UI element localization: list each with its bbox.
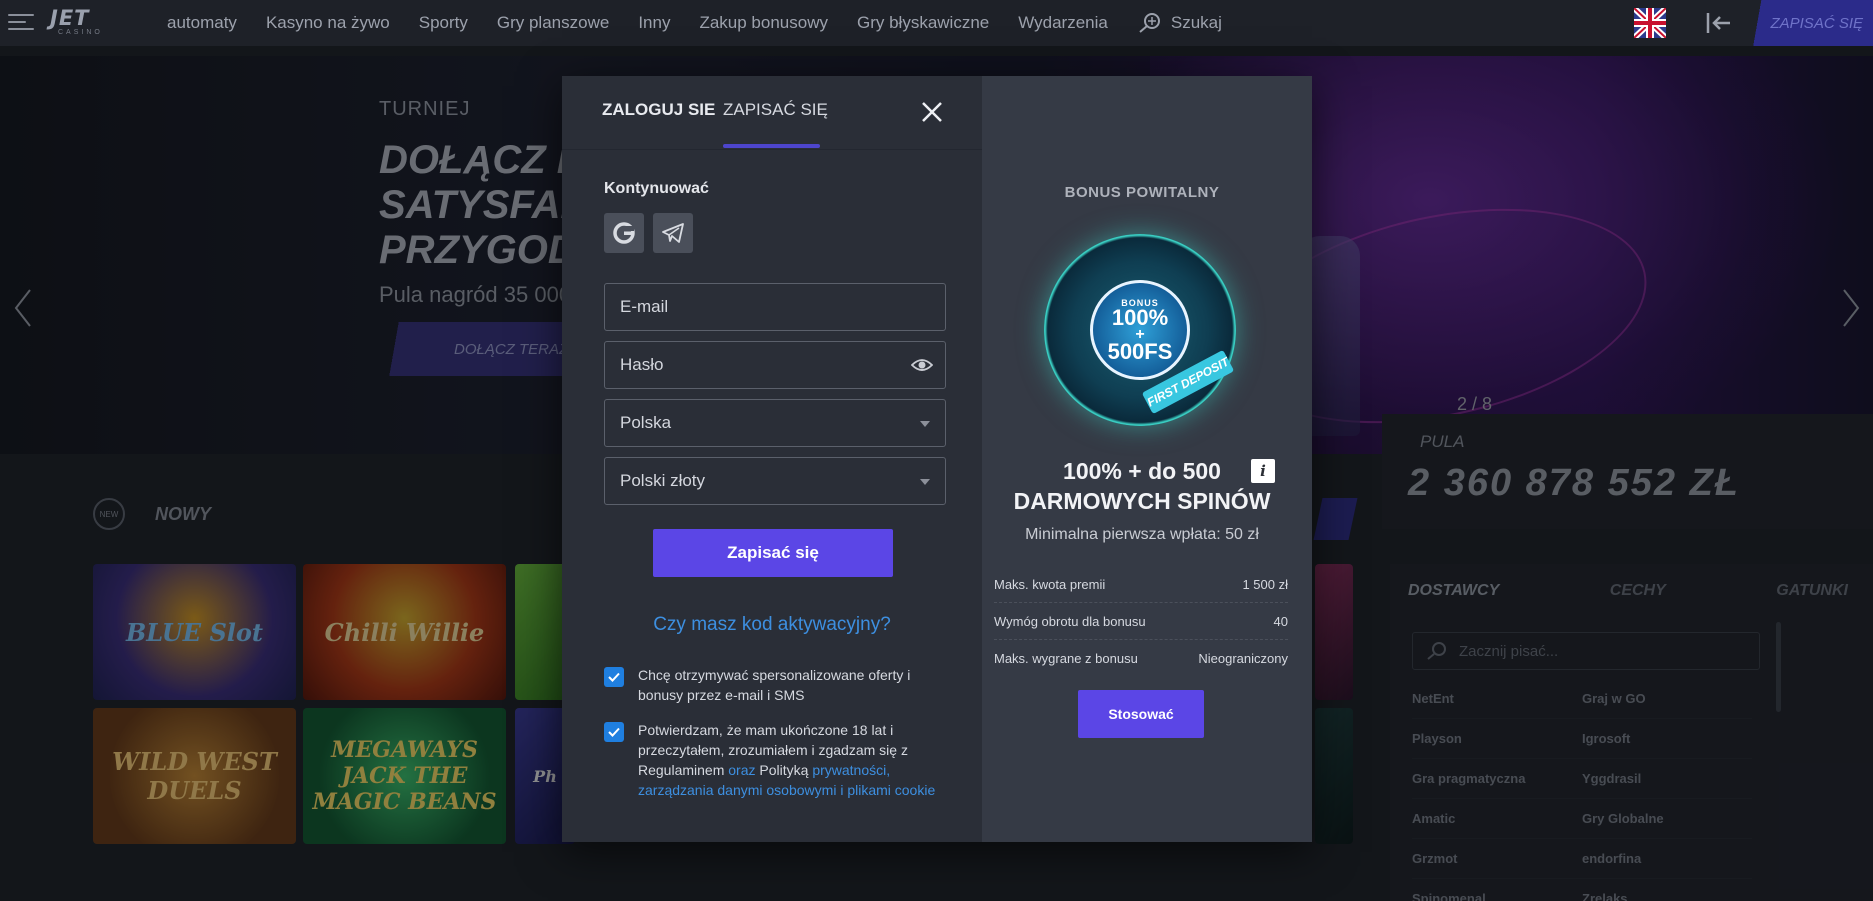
search-icon	[1139, 13, 1160, 33]
table-row: Maks. kwota premii 1 500 zł	[994, 566, 1288, 603]
nav-item-board-games[interactable]: Gry planszowe	[497, 13, 609, 33]
tab-register[interactable]: ZAPISAĆ SIĘ	[723, 100, 828, 120]
nav-item-instant-games[interactable]: Gry błyskawiczne	[857, 13, 989, 33]
table-row: Maks. wygrane z bonusu Nieograniczony	[994, 640, 1288, 677]
nav-item-live-casino[interactable]: Kasyno na żywo	[266, 13, 390, 33]
bonus-row-value: 1 500 zł	[1242, 576, 1288, 592]
google-login-button[interactable]	[604, 213, 644, 253]
marketing-consent-label: Chcę otrzymywać spersonalizowane oferty …	[638, 667, 911, 703]
active-tab-indicator	[723, 144, 820, 148]
telegram-icon	[662, 223, 684, 243]
bonus-row-value: Nieograniczony	[1198, 651, 1288, 666]
nav-search[interactable]: Szukaj	[1137, 12, 1222, 34]
nav-item-bonus-buy[interactable]: Zakup bonusowy	[699, 13, 828, 33]
nav-item-events[interactable]: Wydarzenia	[1018, 13, 1108, 33]
google-icon	[613, 222, 635, 244]
checkmark-icon	[608, 672, 620, 682]
activation-code-link[interactable]: Czy masz kod aktywacyjny?	[562, 614, 982, 636]
nav-item-sports[interactable]: Sporty	[419, 13, 468, 33]
register-modal: ZALOGUJ SIE ZAPISAĆ SIĘ Kontynuować Pols…	[562, 76, 1312, 842]
nav-item-other[interactable]: Inny	[638, 13, 670, 33]
info-icon[interactable]: i	[1251, 459, 1275, 483]
nav-item-automaty[interactable]: automaty	[167, 13, 237, 33]
continue-with-label: Kontynuować	[604, 180, 709, 197]
apply-bonus-button[interactable]: Stosować	[1078, 690, 1204, 738]
table-row: Wymóg obrotu dla bonusu 40	[994, 603, 1288, 640]
register-form: ZALOGUJ SIE ZAPISAĆ SIĘ Kontynuować Pols…	[562, 76, 982, 842]
bonus-wheel-center: BONUS 100% + 500FS	[1090, 280, 1190, 380]
bonus-row-label: Maks. kwota premii	[994, 576, 1106, 592]
chevron-down-icon	[920, 479, 930, 485]
wheel-free-spins: 500FS	[1107, 339, 1173, 364]
terms-consent-checkbox[interactable]	[604, 722, 624, 742]
close-icon[interactable]	[920, 100, 944, 124]
menu-icon[interactable]	[8, 14, 34, 32]
chevron-down-icon	[920, 421, 930, 427]
nav-menu: automaty Kasyno na żywo Sporty Gry plans…	[167, 0, 1222, 46]
currency-value: Polski złoty	[620, 471, 706, 490]
uk-flag-icon[interactable]	[1634, 8, 1666, 38]
min-deposit-text: Minimalna pierwsza wpłata: 50 zł	[1025, 526, 1259, 543]
password-field[interactable]	[604, 341, 946, 389]
telegram-login-button[interactable]	[653, 213, 693, 253]
register-top-button[interactable]: ZAPISAĆ SIĘ	[1745, 0, 1873, 46]
password-input[interactable]	[620, 355, 910, 375]
checkmark-icon	[608, 727, 620, 737]
auth-tabs: ZALOGUJ SIE ZAPISAĆ SIĘ	[562, 76, 982, 150]
policy-label: Polityką	[759, 762, 809, 778]
bonus-headline-line-2: DARMOWYCH SPINÓW	[1013, 488, 1271, 514]
bonus-wheel-image: BONUS 100% + 500FS FIRST DEPOSIT	[1044, 234, 1236, 426]
nav-search-label: Szukaj	[1170, 13, 1222, 32]
login-icon[interactable]	[1704, 9, 1732, 37]
email-field[interactable]	[604, 283, 946, 331]
bonus-row-label: Maks. wygrane z bonusu	[994, 651, 1138, 666]
register-submit-button[interactable]: Zapisać się	[653, 529, 893, 577]
email-input[interactable]	[620, 297, 910, 317]
oraz-link[interactable]: oraz	[728, 762, 755, 778]
tab-login[interactable]: ZALOGUJ SIE	[602, 100, 715, 120]
bonus-title: BONUS POWITALNY	[1064, 184, 1220, 201]
logo[interactable]: JET CASINO	[50, 7, 110, 39]
wheel-percent: 100%	[1111, 305, 1169, 330]
marketing-consent-checkbox[interactable]	[604, 667, 624, 687]
country-value: Polska	[620, 413, 672, 432]
bonus-details-table: Maks. kwota premii 1 500 zł Wymóg obrotu …	[994, 566, 1288, 677]
bonus-row-label: Wymóg obrotu dla bonusu	[994, 613, 1146, 629]
bonus-row-value: 40	[1273, 613, 1288, 629]
eye-icon[interactable]	[911, 356, 933, 374]
country-select[interactable]: Polska	[604, 399, 946, 447]
top-nav: JET CASINO automaty Kasyno na żywo Sport…	[0, 0, 1873, 46]
currency-select[interactable]: Polski złoty	[604, 457, 946, 505]
terms-consent-label: Potwierdzam, że mam ukończone 18 lat i p…	[638, 720, 958, 800]
welcome-bonus-panel: BONUS POWITALNY BONUS 100% + 500FS FIRST…	[982, 76, 1312, 842]
